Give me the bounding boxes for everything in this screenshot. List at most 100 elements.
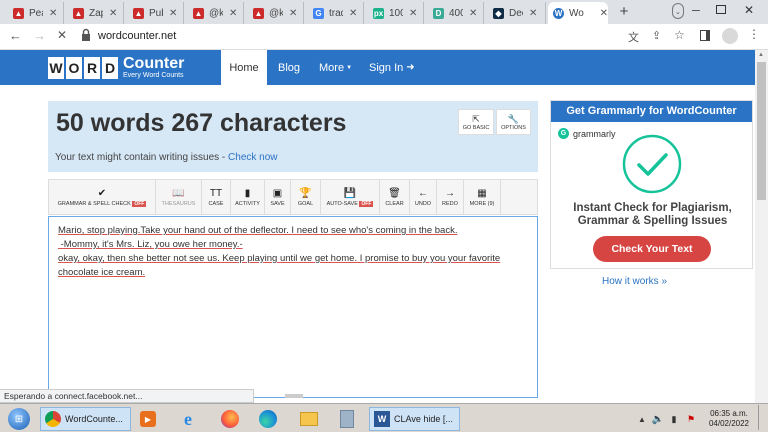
back-arrow-icon[interactable]: ← — [9, 28, 22, 43]
browser-menu-icon[interactable]: ⋮ — [748, 27, 760, 41]
redo-icon: → — [445, 187, 455, 199]
auto-save-button[interactable]: 💾 AUTO-SAVE OFF — [321, 180, 380, 214]
close-icon[interactable]: ✕ — [229, 8, 237, 19]
logo-title: Counter — [123, 55, 185, 72]
writing-issues-notice: Your text might contain writing issues -… — [55, 152, 278, 163]
grammarly-brand: Ggrammarly — [558, 128, 616, 139]
undo-icon: ← — [418, 187, 428, 199]
translate-icon[interactable]: 文 — [628, 29, 639, 45]
close-icon[interactable]: ✕ — [49, 8, 57, 19]
site-logo[interactable]: W O R D Counter Every Word Counts — [48, 55, 184, 80]
browser-tab[interactable]: D400✕ — [428, 2, 484, 24]
browser-tab-active[interactable]: W Wo ✕ — [548, 2, 608, 24]
ad-headline: Instant Check for Plagiarism, Grammar & … — [573, 202, 732, 227]
how-it-works-link[interactable]: How it works » — [602, 276, 667, 287]
browser-toolbar: ← → ✕ wordcounter.net 文 ⇪ ☆ ⋮ — [0, 24, 768, 50]
d-icon: D — [433, 7, 444, 19]
taskbar-file-explorer[interactable] — [297, 407, 321, 431]
scrollbar-thumb[interactable] — [757, 62, 766, 200]
close-window-button[interactable]: ✕ — [744, 3, 754, 17]
avatar[interactable] — [722, 28, 738, 44]
close-icon[interactable]: ✕ — [109, 8, 117, 19]
grammarly-logo-icon: G — [558, 128, 569, 139]
nav-more[interactable]: More ▼ — [319, 50, 352, 85]
taskbar-media-player[interactable]: ▶ — [137, 407, 159, 431]
nav-sign-in[interactable]: Sign In ➜ — [369, 50, 415, 85]
tray-expand-icon[interactable]: ▲ — [636, 407, 648, 431]
options-button[interactable]: 🔧 OPTIONS — [496, 109, 531, 135]
save-icon: ▣ — [272, 187, 283, 199]
stop-loading-icon[interactable]: ✕ — [57, 28, 67, 42]
close-icon[interactable]: ✕ — [600, 8, 608, 19]
close-icon[interactable]: ✕ — [469, 8, 477, 19]
close-icon[interactable]: ✕ — [529, 8, 537, 19]
thesaurus-button[interactable]: 📖 THESAURUS — [156, 180, 202, 214]
editor-line: -Mommy, it's Mrs. Liz, you owe her money… — [58, 239, 243, 250]
close-icon[interactable]: ✕ — [409, 8, 417, 19]
media-player-icon: ▶ — [140, 411, 156, 427]
check-now-link[interactable]: Check now — [228, 152, 277, 163]
action-center-icon[interactable]: ⚑ — [684, 407, 698, 431]
save-button[interactable]: ▣ SAVE — [265, 180, 291, 214]
caret-down-icon: ▼ — [346, 64, 353, 71]
editor-line: okay, okay, then she better not see us. … — [58, 253, 501, 264]
document-icon — [340, 410, 354, 428]
volume-icon[interactable]: 🔈 — [652, 407, 664, 431]
at-icon: ▲ — [253, 7, 264, 19]
browser-tab[interactable]: px100✕ — [368, 2, 424, 24]
ad-header: Get Grammarly for WordCounter — [551, 101, 752, 122]
taskbar-internet-explorer[interactable]: e — [176, 407, 200, 431]
grammar-spell-check-button[interactable]: ✔ GRAMMAR & SPELL CHECK OFF — [49, 180, 156, 214]
share-icon[interactable]: ⇪ — [652, 29, 661, 42]
close-icon[interactable]: ✕ — [289, 8, 297, 19]
taskbar-item-chrome[interactable]: WordCounte... — [40, 407, 131, 431]
nav-blog[interactable]: Blog — [278, 50, 300, 85]
browser-tab[interactable]: Gtrad✕ — [308, 2, 364, 24]
lock-icon[interactable] — [80, 28, 92, 42]
maximize-button[interactable] — [716, 5, 726, 14]
browser-tab[interactable]: ▲Zapi✕ — [68, 2, 124, 24]
external-link-icon: ⇱ — [472, 113, 480, 124]
site-header: W O R D Counter Every Word Counts Home B… — [0, 50, 755, 85]
browser-tab[interactable]: ▲ @k ✕ — [188, 2, 244, 24]
go-basic-button[interactable]: ⇱ GO BASIC — [458, 109, 494, 135]
clear-button[interactable]: 🗑 CLEAR — [380, 180, 410, 214]
sign-in-icon: ➜ — [406, 62, 415, 73]
case-button[interactable]: TT CASE — [202, 180, 231, 214]
text-editor[interactable]: Mario, stop playing.Take your hand out o… — [48, 216, 538, 398]
network-icon[interactable]: ▮ — [668, 407, 680, 431]
resize-handle[interactable] — [285, 394, 303, 398]
browser-tab[interactable]: ▲ @k ✕ — [248, 2, 304, 24]
redo-button[interactable]: → REDO — [437, 180, 464, 214]
nav-home[interactable]: Home — [221, 50, 267, 85]
show-desktop-button[interactable] — [758, 405, 768, 430]
page-scrollbar[interactable]: ▲ — [755, 50, 768, 403]
taskbar-document-app[interactable] — [336, 407, 358, 431]
side-panel-icon[interactable] — [700, 30, 710, 41]
taskbar-item-word[interactable]: W CLAve hide [... — [369, 407, 460, 431]
close-icon[interactable]: ✕ — [169, 8, 177, 19]
browser-tab[interactable]: ▲Pub✕ — [128, 2, 184, 24]
stats-panel: 50 words 267 characters Your text might … — [48, 101, 538, 172]
goal-button[interactable]: 🏆 GOAL — [291, 180, 321, 214]
scroll-up-icon[interactable]: ▲ — [758, 52, 764, 58]
taskbar-firefox[interactable] — [218, 407, 242, 431]
address-bar[interactable]: wordcounter.net — [98, 30, 176, 42]
bookmark-star-icon[interactable]: ☆ — [674, 28, 685, 42]
minimize-button[interactable]: ─ — [692, 5, 700, 17]
check-your-text-button[interactable]: Check Your Text — [593, 236, 711, 262]
new-tab-button[interactable]: + — [614, 2, 634, 22]
more-button[interactable]: ▦ MORE (9) — [464, 180, 501, 214]
browser-tab[interactable]: ◆Dee✕ — [488, 2, 546, 24]
undo-button[interactable]: ← UNDO — [410, 180, 437, 214]
word-character-count: 50 words 267 characters — [56, 109, 347, 137]
close-icon[interactable]: ✕ — [349, 8, 357, 19]
activity-button[interactable]: ▮ ACTIVITY — [231, 180, 265, 214]
start-button[interactable]: ⊞ — [4, 407, 34, 431]
taskbar-edge[interactable] — [256, 407, 280, 431]
profile-menu-icon[interactable]: ⌄ — [672, 3, 684, 19]
forward-arrow-icon[interactable]: → — [33, 28, 46, 43]
floppy-icon: 💾 — [343, 187, 357, 199]
browser-tab[interactable]: ▲Peak✕ — [8, 2, 64, 24]
system-clock[interactable]: 06:35 a.m. 04/02/2022 — [706, 407, 752, 431]
